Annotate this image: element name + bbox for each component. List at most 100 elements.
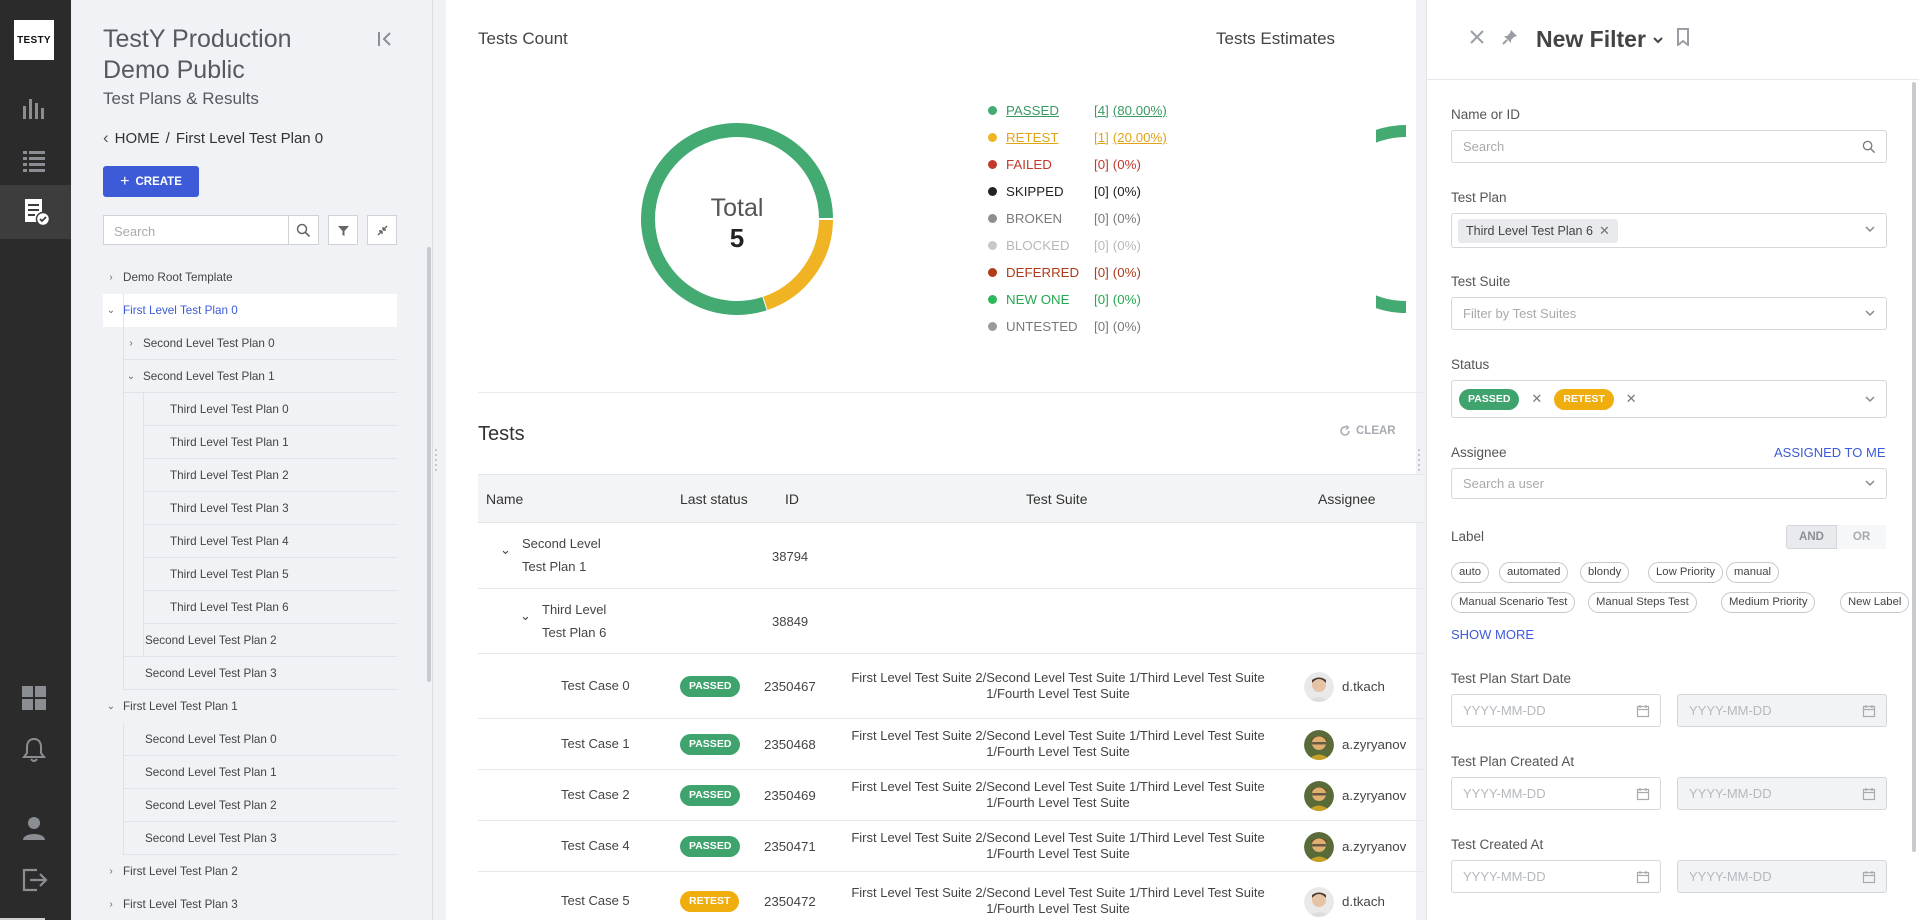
label-tag[interactable]: Manual Steps Test <box>1588 592 1697 613</box>
create-button[interactable]: + CREATE <box>103 166 199 197</box>
test-case-link[interactable]: Test Case 1 <box>561 736 630 751</box>
assignee-link[interactable]: a.zyryanov <box>1342 839 1406 854</box>
group-name[interactable]: Third Level Test Plan 6 <box>542 598 606 644</box>
chevron-right-icon[interactable]: › <box>123 338 139 349</box>
bookmark-icon[interactable] <box>1675 28 1691 51</box>
logout-icon[interactable] <box>18 864 50 896</box>
created-date-to[interactable]: YYYY-MM-DD <box>1677 777 1887 810</box>
table-row[interactable]: Test Case 1 PASSED 2350468 First Level Test… <box>478 719 1424 770</box>
legend-item-new-one[interactable]: NEW ONE [0] (0%) <box>988 289 1141 309</box>
col-test-suite[interactable]: Test Suite <box>1026 491 1087 507</box>
app-logo[interactable]: TESTY <box>14 20 54 60</box>
tree-node[interactable]: Third Level Test Plan 6 <box>143 591 397 624</box>
col-last-status[interactable]: Last status <box>680 491 748 507</box>
tree-node[interactable]: Third Level Test Plan 5 <box>143 558 397 591</box>
legend-item-failed[interactable]: FAILED [0] (0%) <box>988 154 1141 174</box>
tree-node[interactable]: › Second Level Test Plan 0 <box>123 327 397 360</box>
test-case-link[interactable]: Test Case 0 <box>561 678 630 693</box>
filter-icon[interactable] <box>328 215 358 245</box>
group-name[interactable]: Second Level Test Plan 1 <box>522 532 601 578</box>
close-icon[interactable] <box>1468 28 1486 51</box>
label-tag[interactable]: Medium Priority <box>1721 592 1816 613</box>
legend-item-blocked[interactable]: BLOCKED [0] (0%) <box>988 235 1141 255</box>
test-case-link[interactable]: Test Case 2 <box>561 787 630 802</box>
label-tag[interactable]: blondy <box>1580 562 1630 583</box>
legend-item-retest[interactable]: RETEST [1] (20.00%) <box>988 127 1167 147</box>
tree-node[interactable]: › First Level Test Plan 2 <box>103 855 397 888</box>
test-created-to[interactable]: YYYY-MM-DD <box>1677 860 1887 893</box>
col-assignee[interactable]: Assignee <box>1318 491 1376 507</box>
collapse-sidebar-icon[interactable] <box>376 30 396 50</box>
label-tag[interactable]: New Label <box>1840 592 1910 613</box>
tree-search-input[interactable]: Search <box>103 215 289 245</box>
and-option[interactable]: AND <box>1786 525 1837 549</box>
filter-title[interactable]: New Filter <box>1536 26 1664 53</box>
chevron-down-icon[interactable]: ⌄ <box>500 542 511 558</box>
created-date-from[interactable]: YYYY-MM-DD <box>1451 777 1661 810</box>
search-icon[interactable] <box>289 215 319 245</box>
tree-node[interactable]: › First Level Test Plan 3 <box>103 888 397 920</box>
legend-item-untested[interactable]: UNTESTED [0] (0%) <box>988 316 1141 336</box>
table-row[interactable]: Test Case 2 PASSED 2350469 First Level Test… <box>478 770 1424 821</box>
label-tag[interactable]: manual <box>1726 562 1780 583</box>
pin-icon[interactable] <box>1501 28 1519 51</box>
start-date-from[interactable]: YYYY-MM-DD <box>1451 694 1661 727</box>
test-case-link[interactable]: Test Case 4 <box>561 838 630 853</box>
tree-node[interactable]: › Demo Root Template <box>103 261 397 294</box>
tree-node[interactable]: Third Level Test Plan 4 <box>143 525 397 558</box>
col-name[interactable]: Name <box>486 491 523 507</box>
table-row[interactable]: Test Case 4 PASSED 2350471 First Level Test… <box>478 821 1424 872</box>
tree-node[interactable]: ⌄ First Level Test Plan 1 <box>103 690 397 723</box>
tree-node[interactable]: Second Level Test Plan 3 <box>123 657 397 690</box>
group-row[interactable]: ⌄ Second Level Test Plan 1 38794 <box>478 523 1424 589</box>
assignee-link[interactable]: a.zyryanov <box>1342 737 1406 752</box>
tree-node[interactable]: Third Level Test Plan 2 <box>143 459 397 492</box>
tree-node[interactable]: Third Level Test Plan 1 <box>143 426 397 459</box>
label-tag[interactable]: auto <box>1451 562 1489 583</box>
label-tag[interactable]: automated <box>1499 562 1569 583</box>
chevron-left-icon[interactable]: ‹ <box>103 128 109 148</box>
list-icon[interactable] <box>18 144 50 176</box>
chevron-down-icon[interactable]: ⌄ <box>123 371 139 382</box>
tree-node[interactable]: Second Level Test Plan 2 <box>123 624 397 657</box>
right-splitter-handle[interactable] <box>1417 447 1423 473</box>
user-profile-icon[interactable] <box>18 812 50 844</box>
assignee-link[interactable]: d.tkach <box>1342 894 1385 909</box>
chevron-down-icon[interactable]: ⌄ <box>520 608 531 624</box>
or-option[interactable]: OR <box>1837 525 1886 549</box>
status-select[interactable]: PASSED ✕ RETEST ✕ <box>1451 380 1887 418</box>
tree-node[interactable]: Second Level Test Plan 2 <box>123 789 397 822</box>
show-more-link[interactable]: SHOW MORE <box>1451 627 1534 642</box>
left-splitter-handle[interactable] <box>434 447 440 473</box>
breadcrumb-home[interactable]: HOME <box>115 130 160 147</box>
dashboard-icon[interactable] <box>18 682 50 714</box>
label-tag[interactable]: Low Priority <box>1648 562 1724 583</box>
start-date-to[interactable]: YYYY-MM-DD <box>1677 694 1887 727</box>
test-plan-select[interactable]: Third Level Test Plan 6 ✕ <box>1451 213 1887 248</box>
chevron-right-icon[interactable]: › <box>103 272 119 283</box>
label-and-or-toggle[interactable]: AND OR <box>1786 525 1886 549</box>
tree-node[interactable]: Third Level Test Plan 0 <box>143 393 397 426</box>
table-row[interactable]: Test Case 0 PASSED 2350467 First Level Test… <box>478 654 1424 719</box>
clear-button[interactable]: CLEAR <box>1339 425 1396 437</box>
name-search-input[interactable]: Search <box>1451 130 1887 163</box>
label-tag[interactable]: Manual Scenario Test <box>1451 592 1576 613</box>
assigned-to-me-link[interactable]: ASSIGNED TO ME <box>1774 445 1886 460</box>
assignee-link[interactable]: a.zyryanov <box>1342 788 1406 803</box>
chevron-down-icon[interactable]: ⌄ <box>103 701 119 712</box>
test-created-from[interactable]: YYYY-MM-DD <box>1451 860 1661 893</box>
legend-item-deferred[interactable]: DEFERRED [0] (0%) <box>988 262 1141 282</box>
notifications-bell-icon[interactable] <box>18 734 50 766</box>
assignee-link[interactable]: d.tkach <box>1342 679 1385 694</box>
tree-node[interactable]: Second Level Test Plan 3 <box>123 822 397 855</box>
test-case-link[interactable]: Test Case 5 <box>561 893 630 908</box>
test-plans-nav-active[interactable] <box>0 185 71 239</box>
remove-chip-icon[interactable]: ✕ <box>1531 391 1542 407</box>
remove-chip-icon[interactable]: ✕ <box>1626 391 1637 407</box>
test-suite-select[interactable]: Filter by Test Suites <box>1451 297 1887 330</box>
legend-item-passed[interactable]: PASSED [4] (80.00%) <box>988 100 1167 120</box>
chevron-right-icon[interactable]: › <box>103 866 119 877</box>
chevron-right-icon[interactable]: › <box>103 899 119 910</box>
legend-item-broken[interactable]: BROKEN [0] (0%) <box>988 208 1141 228</box>
analytics-icon[interactable] <box>18 92 50 124</box>
